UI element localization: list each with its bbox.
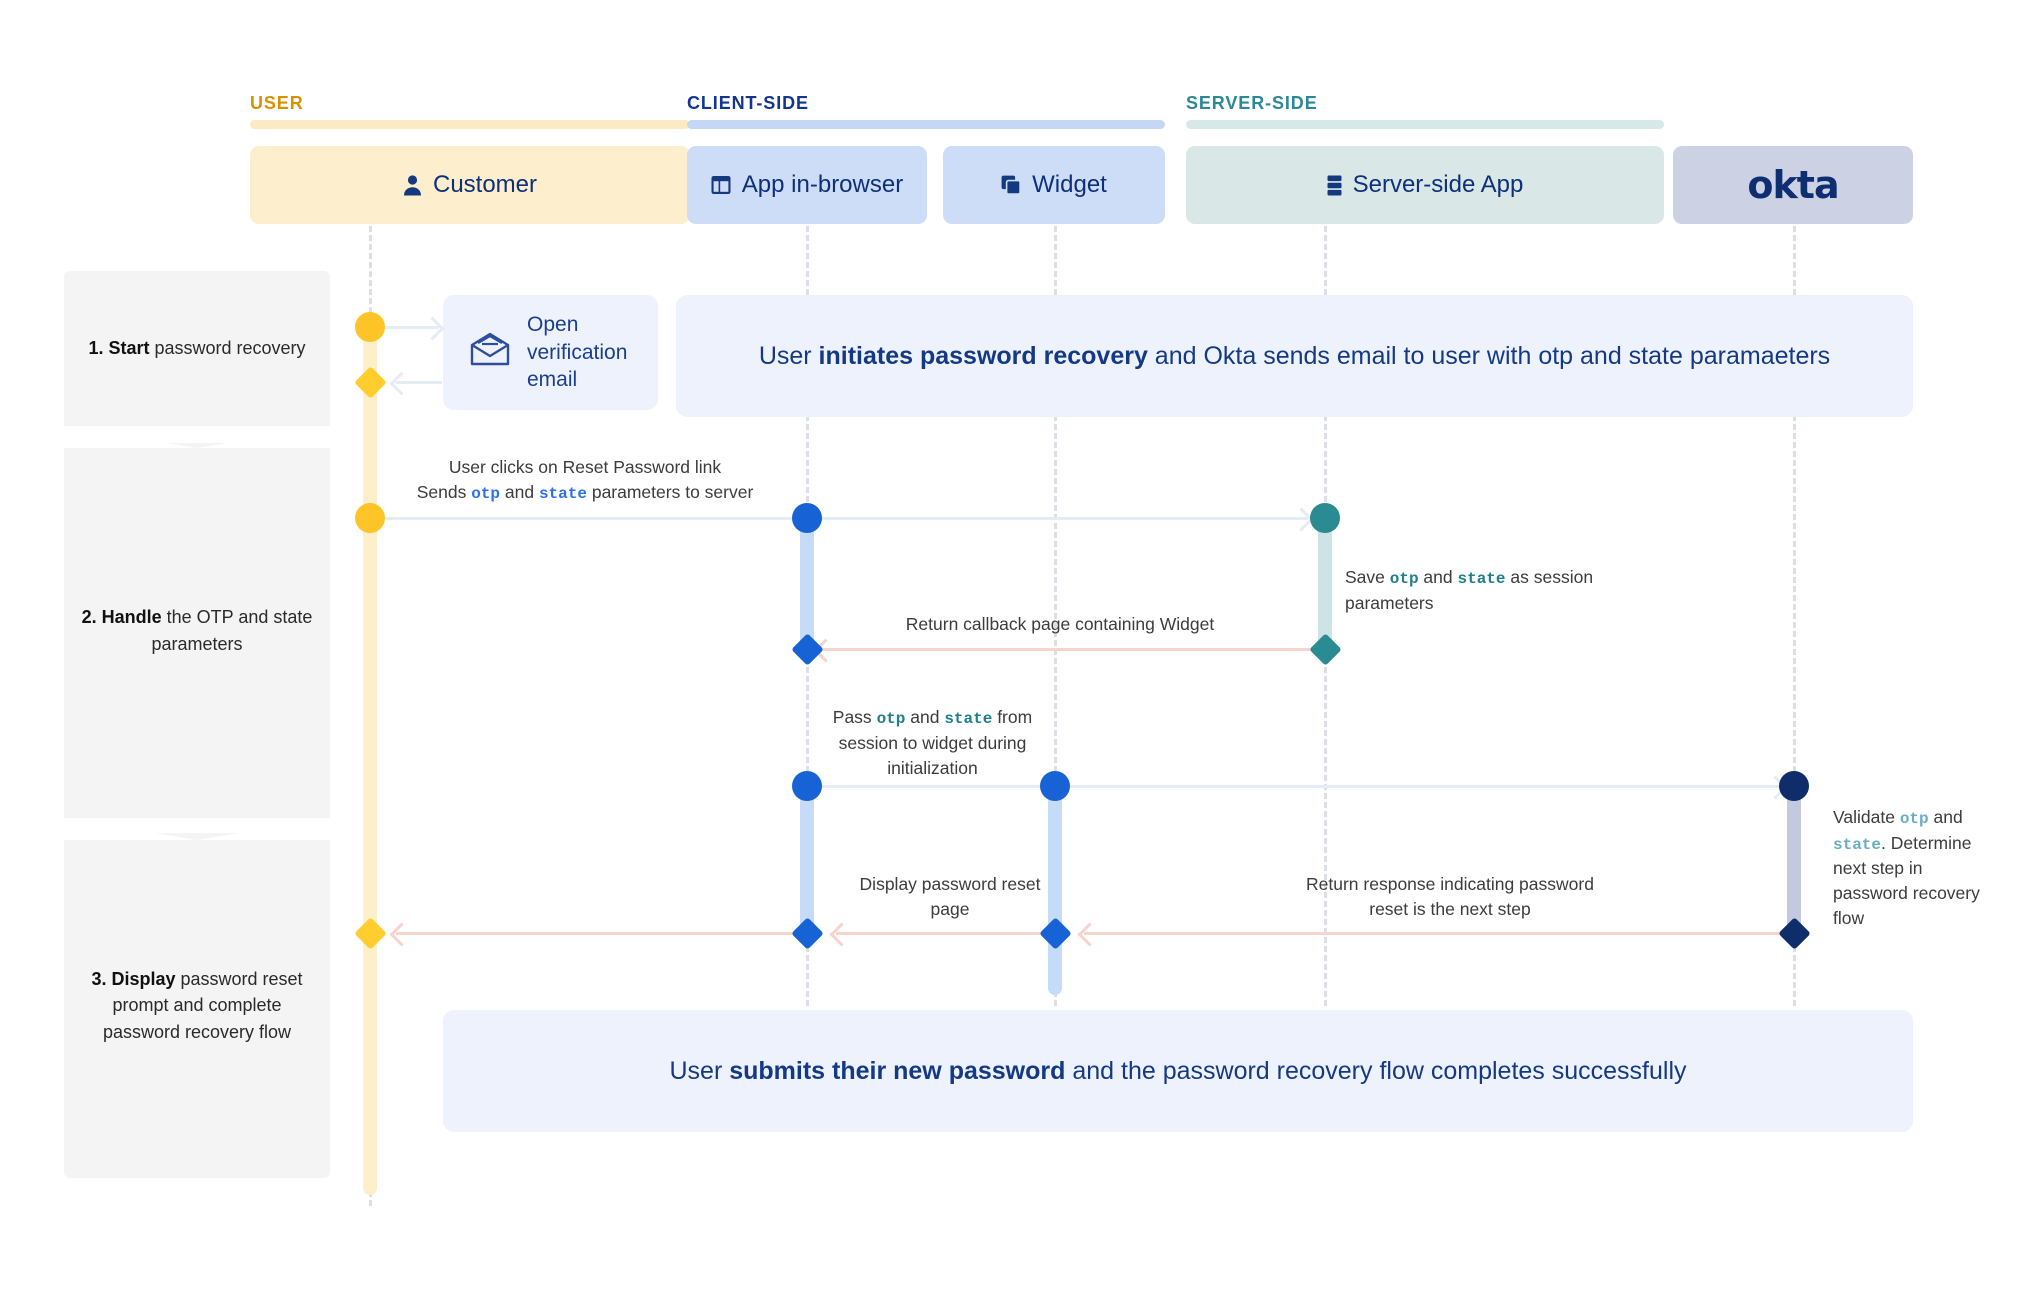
banner-start-part-0: User bbox=[758, 341, 819, 370]
actor-okta[interactable]: okta bbox=[1673, 146, 1913, 224]
person-icon bbox=[403, 174, 422, 196]
arrow-customer-to-server bbox=[378, 517, 1308, 520]
banner-start-recovery: User initiates password recovery and Okt… bbox=[676, 295, 1913, 417]
open-envelope-icon bbox=[469, 331, 511, 375]
arrow-okta-to-widget bbox=[1084, 932, 1784, 935]
actor-label-app-in-browser: App in-browser bbox=[741, 171, 904, 198]
arrow-server-to-app-browser bbox=[820, 648, 1312, 651]
activation-server-app bbox=[1318, 515, 1332, 650]
sequence-diagram-canvas: USER CLIENT-SIDE SERVER-SIDE Customer Ap… bbox=[0, 0, 2025, 1310]
group-caption-server-side: SERVER-SIDE bbox=[1186, 93, 1318, 113]
arrow-app-browser-to-customer bbox=[396, 932, 796, 935]
actor-label-server-side-app: Server-side App bbox=[1352, 171, 1524, 198]
group-rule-user bbox=[250, 120, 690, 129]
activation-widget bbox=[1048, 780, 1062, 995]
arrowhead-customer-to-email bbox=[420, 315, 445, 341]
actor-server-side-app[interactable]: Server-side App bbox=[1186, 146, 1664, 224]
node-okta-send-response-diamond bbox=[1777, 916, 1811, 950]
arrowhead-email-to-customer bbox=[389, 370, 414, 396]
server-icon bbox=[1327, 175, 1342, 196]
node-customer-receive-email-diamond bbox=[353, 365, 387, 399]
arrow-app-browser-to-okta bbox=[812, 785, 1782, 788]
node-okta-receive-circle bbox=[1779, 771, 1809, 801]
node-server-receive-circle bbox=[1310, 503, 1340, 533]
group-rule-client-side bbox=[687, 120, 1165, 129]
label-return-response: Return response indicating password rese… bbox=[1306, 874, 1594, 919]
actor-label-customer: Customer bbox=[432, 171, 538, 198]
node-app-browser-receive-callback-diamond bbox=[790, 632, 824, 666]
group-caption-client-side: CLIENT-SIDE bbox=[687, 93, 809, 113]
actor-label-widget: Widget bbox=[1032, 171, 1107, 198]
label-return-callback-page: Return callback page containing Widget bbox=[905, 614, 1215, 634]
node-customer-receive-reset-prompt-diamond bbox=[353, 916, 387, 950]
arrowhead-okta-to-widget bbox=[1077, 921, 1102, 947]
okta-logo: okta bbox=[1747, 163, 1839, 207]
layers-icon bbox=[1001, 175, 1022, 195]
group-caption-user: USER bbox=[250, 93, 304, 113]
banner-complete-part-0: User bbox=[669, 1056, 730, 1085]
label-reset-password-link: User clicks on Reset Password link Sends… bbox=[416, 457, 754, 503]
node-customer-start-circle bbox=[355, 312, 385, 342]
step-chip-3: 3. Display password reset prompt and com… bbox=[64, 833, 330, 1178]
step-chip-1: 1. Start password recovery bbox=[64, 271, 330, 426]
group-rule-server-side bbox=[1186, 120, 1664, 129]
step-chip-2: 2. Handle the OTP and state parameters bbox=[64, 443, 330, 818]
label-pass-to-widget: Pass otp and state from session to widge… bbox=[832, 707, 1033, 778]
browser-icon bbox=[711, 175, 731, 195]
arrowhead-widget-to-app-browser bbox=[829, 921, 854, 947]
label-display-password-reset-page: Display password reset page bbox=[859, 874, 1041, 919]
banner-start-part-2: and Okta sends email to user with otp an… bbox=[1147, 341, 1831, 370]
node-app-browser-send-circle bbox=[792, 503, 822, 533]
node-app-browser-display-reset-diamond bbox=[790, 916, 824, 950]
card-label-open-verification-email: Open verification email bbox=[527, 312, 628, 392]
label-validate-otp-state: Validate otp and state. Determine next s… bbox=[1833, 807, 1980, 929]
arrow-widget-to-app-browser bbox=[836, 932, 1041, 935]
banner-complete-part-2: and the password recovery flow completes… bbox=[1065, 1056, 1687, 1085]
banner-complete-part-1: submits their new password bbox=[729, 1056, 1066, 1085]
banner-complete-recovery: User submits their new password and the … bbox=[443, 1010, 1913, 1132]
activation-app-browser-1 bbox=[800, 515, 814, 650]
node-widget-init-circle bbox=[1040, 771, 1070, 801]
actor-app-in-browser[interactable]: App in-browser bbox=[687, 146, 927, 224]
arrowhead-app-browser-to-customer bbox=[389, 921, 414, 947]
actor-widget[interactable]: Widget bbox=[943, 146, 1165, 224]
node-server-send-callback-diamond bbox=[1308, 632, 1342, 666]
banner-start-part-1: initiates password recovery bbox=[818, 341, 1148, 370]
label-save-session-parameters: Save otp and state as session parameters bbox=[1345, 567, 1594, 613]
activation-customer bbox=[363, 325, 377, 1195]
actor-customer[interactable]: Customer bbox=[250, 146, 690, 224]
node-customer-click-reset-circle bbox=[355, 503, 385, 533]
card-open-verification-email[interactable]: Open verification email bbox=[443, 295, 658, 410]
node-app-browser-init-widget-circle bbox=[792, 771, 822, 801]
